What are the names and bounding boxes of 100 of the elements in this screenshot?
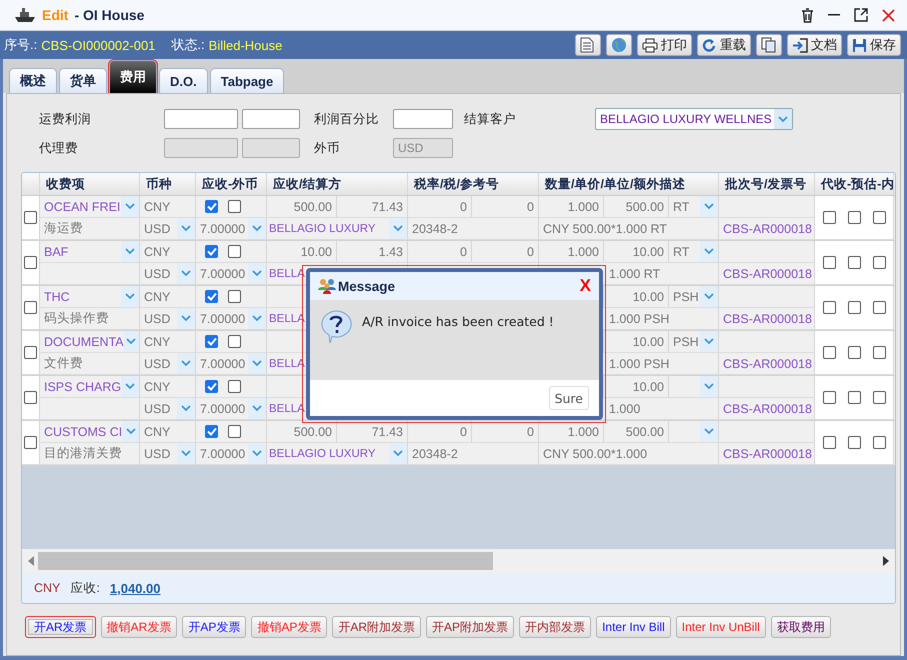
- checkbox[interactable]: [823, 301, 836, 314]
- scrollbar-thumb[interactable]: [38, 552, 493, 570]
- checkbox[interactable]: [205, 245, 218, 258]
- input-field[interactable]: [242, 109, 300, 129]
- globe-button[interactable]: [606, 34, 632, 56]
- import-button[interactable]: 文档: [787, 34, 842, 56]
- tab[interactable]: 费用: [109, 60, 157, 93]
- rate-select[interactable]: 7.00000: [196, 398, 267, 420]
- rate-select[interactable]: 7.00000: [196, 263, 267, 285]
- currency-select[interactable]: USD: [140, 218, 196, 240]
- checkbox[interactable]: [873, 256, 886, 269]
- checkbox[interactable]: [205, 425, 218, 438]
- customer-select[interactable]: BELLAGIO LUXURY WELLNES: [595, 108, 793, 130]
- rate-select[interactable]: 7.00000: [196, 308, 267, 330]
- currency-select[interactable]: USD: [140, 308, 196, 330]
- unit-select[interactable]: PSH: [669, 331, 719, 353]
- currency-select[interactable]: USD: [140, 443, 196, 465]
- action-button[interactable]: 开AR发票: [25, 616, 96, 638]
- checkbox[interactable]: [823, 211, 836, 224]
- checkbox[interactable]: [873, 436, 886, 449]
- tab[interactable]: 概述: [9, 68, 57, 93]
- tab[interactable]: Tabpage: [210, 68, 284, 93]
- charge-item-select[interactable]: ISPS CHARG: [40, 376, 140, 398]
- checkbox[interactable]: [24, 256, 37, 269]
- checkbox[interactable]: [848, 301, 861, 314]
- chevron-down-icon: [125, 383, 136, 390]
- checkbox[interactable]: [24, 301, 37, 314]
- checkbox[interactable]: [873, 346, 886, 359]
- action-button[interactable]: 开AP附加发票: [426, 616, 514, 638]
- reload-button[interactable]: 重载: [697, 34, 751, 56]
- scroll-right-icon[interactable]: [883, 556, 889, 566]
- checkbox[interactable]: [228, 425, 241, 438]
- checkbox[interactable]: [24, 211, 37, 224]
- chevron-down-icon: [393, 450, 403, 457]
- action-button[interactable]: Inter Inv UnBill: [676, 616, 766, 638]
- charge-item-select[interactable]: OCEAN FREI: [40, 196, 140, 218]
- unit-select[interactable]: RT: [669, 241, 719, 263]
- checkbox[interactable]: [848, 346, 861, 359]
- action-button[interactable]: 撤销AR发票: [100, 616, 178, 638]
- checkbox[interactable]: [848, 211, 861, 224]
- sure-button[interactable]: Sure: [548, 386, 589, 410]
- checkbox[interactable]: [873, 301, 886, 314]
- tab[interactable]: D.O.: [159, 68, 208, 93]
- charge-item-select[interactable]: CUSTOMS CI: [40, 421, 140, 443]
- copy-button[interactable]: [756, 34, 782, 56]
- column-header: 数量/单价/单位/额外描述: [539, 173, 719, 195]
- action-button[interactable]: Inter Inv Bill: [596, 616, 671, 638]
- currency-select[interactable]: USD: [140, 353, 196, 375]
- scroll-left-icon[interactable]: [28, 556, 34, 566]
- checkbox[interactable]: [24, 391, 37, 404]
- checkbox[interactable]: [228, 290, 241, 303]
- trash-icon[interactable]: [801, 8, 814, 22]
- checkbox[interactable]: [873, 211, 886, 224]
- charge-item-select[interactable]: THC: [40, 286, 140, 308]
- input-field[interactable]: [164, 109, 238, 129]
- minimize-icon[interactable]: [828, 14, 840, 16]
- party-select[interactable]: BELLAGIO LUXURY: [267, 218, 408, 240]
- checkbox[interactable]: [873, 391, 886, 404]
- print-button[interactable]: 打印: [637, 34, 692, 56]
- tab[interactable]: 货单: [59, 68, 107, 93]
- checkbox[interactable]: [205, 290, 218, 303]
- currency-select[interactable]: USD: [140, 263, 196, 285]
- checkbox[interactable]: [848, 391, 861, 404]
- charge-item-select[interactable]: BAF: [40, 241, 140, 263]
- checkbox[interactable]: [205, 200, 218, 213]
- unit-select[interactable]: PSH: [669, 286, 719, 308]
- action-button[interactable]: 开AP发票: [182, 616, 246, 638]
- checkbox[interactable]: [823, 391, 836, 404]
- checkbox[interactable]: [823, 346, 836, 359]
- action-button[interactable]: 开AR附加发票: [332, 616, 422, 638]
- column-header: 代收-预估-内: [815, 173, 894, 195]
- rate-select[interactable]: 7.00000: [196, 443, 267, 465]
- table-cell: 10.00: [604, 331, 669, 353]
- unit-select[interactable]: RT: [669, 196, 719, 218]
- action-button[interactable]: 开内部发票: [519, 616, 592, 638]
- rate-select[interactable]: 7.00000: [196, 218, 267, 240]
- party-select[interactable]: BELLAGIO LUXURY: [267, 443, 408, 465]
- checkbox[interactable]: [823, 256, 836, 269]
- maximize-icon[interactable]: [854, 8, 868, 22]
- checkbox[interactable]: [228, 200, 241, 213]
- action-button[interactable]: 撤销AP发票: [251, 616, 328, 638]
- checkbox[interactable]: [205, 380, 218, 393]
- checkbox[interactable]: [848, 436, 861, 449]
- checkbox[interactable]: [228, 335, 241, 348]
- checkbox[interactable]: [228, 380, 241, 393]
- rate-select[interactable]: 7.00000: [196, 353, 267, 375]
- checkbox[interactable]: [24, 436, 37, 449]
- charge-item-select[interactable]: DOCUMENTA: [40, 331, 140, 353]
- input-field[interactable]: [393, 109, 453, 129]
- save-button[interactable]: 保存: [847, 34, 901, 56]
- action-button[interactable]: 获取费用: [770, 616, 831, 638]
- checkbox[interactable]: [823, 436, 836, 449]
- close-icon[interactable]: [882, 8, 895, 22]
- currency-select[interactable]: USD: [140, 398, 196, 420]
- doc-button[interactable]: [575, 34, 601, 56]
- checkbox[interactable]: [848, 256, 861, 269]
- checkbox[interactable]: [228, 245, 241, 258]
- checkbox[interactable]: [205, 335, 218, 348]
- total-link[interactable]: 1,040.00: [110, 580, 160, 596]
- checkbox[interactable]: [24, 346, 37, 359]
